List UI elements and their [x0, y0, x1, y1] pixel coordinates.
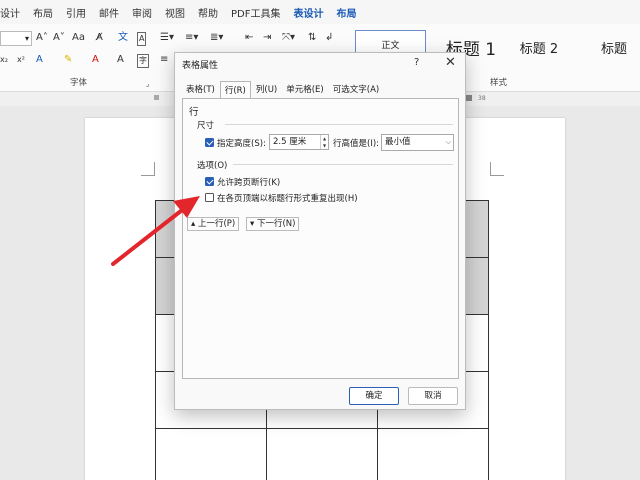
tab-cell[interactable]: 单元格(E) [282, 81, 328, 98]
cancel-button[interactable]: 取消 [408, 387, 458, 405]
font-size-box[interactable]: ▾ [0, 31, 32, 46]
menu-pdf-tools[interactable]: PDF工具集 [231, 5, 280, 20]
triangle-up-icon: ▴ [191, 219, 196, 229]
shrink-font-icon[interactable]: A˅ [53, 32, 65, 44]
section-size-heading: 尺寸 [197, 121, 215, 131]
allow-row-break-checkbox[interactable] [205, 177, 214, 186]
allow-row-break-label[interactable]: 允许跨页断行(K) [217, 176, 280, 188]
height-rule-select[interactable]: 最小值 ⌵ [381, 134, 454, 151]
ok-button[interactable]: 确定 [349, 387, 399, 405]
bullets-icon[interactable]: ☰▾ [160, 32, 174, 44]
sort-icon[interactable]: ⇅ [308, 32, 316, 44]
dialog-tabs: 表格(T) 行(R) 列(U) 单元格(E) 可选文字(A) [182, 81, 384, 99]
text-effect-icon[interactable]: A [36, 54, 43, 66]
show-marks-icon[interactable]: ↲ [325, 32, 333, 44]
repeat-header-label[interactable]: 在各页顶端以标题行形式重复出现(H) [217, 192, 358, 204]
menu-help[interactable]: 帮助 [198, 5, 218, 20]
enclose-char-icon[interactable]: 字 [137, 54, 149, 68]
menu-references[interactable]: 引用 [66, 5, 86, 20]
row-height-input[interactable]: 2.5 厘米 ▲ ▼ [269, 134, 329, 150]
char-border-icon[interactable]: A [137, 32, 147, 46]
row-height-value: 2.5 厘米 [273, 137, 307, 147]
ruler-margin-marker[interactable] [466, 95, 472, 101]
multilevel-list-icon[interactable]: ≣▾ [210, 32, 223, 44]
table-cell[interactable] [266, 428, 378, 480]
menu-layout[interactable]: 布局 [33, 5, 53, 20]
ruler-indent-marker[interactable] [154, 95, 159, 100]
char-shading-icon[interactable]: A [117, 54, 124, 66]
page-corner-mark [490, 162, 504, 176]
style-title[interactable]: 标题 [584, 30, 640, 84]
dialog-title: 表格属性 [182, 61, 219, 71]
menu-design[interactable]: 设计 [0, 5, 20, 20]
tab-table[interactable]: 表格(T) [182, 81, 219, 98]
menu-mailings[interactable]: 邮件 [99, 5, 119, 20]
menu-review[interactable]: 审阅 [132, 5, 152, 20]
tab-alt-text[interactable]: 可选文字(A) [329, 81, 383, 98]
align-left-icon[interactable]: ≡ [160, 54, 168, 66]
height-rule-label: 行高值是(I): [333, 139, 380, 149]
grow-font-icon[interactable]: A˄ [36, 32, 48, 44]
change-case-icon[interactable]: Aa [72, 32, 85, 44]
chevron-down-icon: ⌵ [445, 138, 451, 146]
styles-group-label: 样式 [490, 78, 508, 88]
menu-table-design[interactable]: 表设计 [293, 5, 323, 20]
height-rule-value: 最小值 [385, 137, 411, 147]
section-options-heading: 选项(O) [197, 161, 228, 171]
table-properties-dialog: 表格属性 ? ✕ 表格(T) 行(R) 列(U) 单元格(E) 可选文字(A) … [174, 52, 466, 410]
section-row-heading: 行 [189, 107, 199, 118]
clear-format-icon[interactable]: A̸ [96, 32, 103, 44]
font-color-icon[interactable]: A [92, 54, 99, 66]
next-row-button[interactable]: ▾ 下一行(N) [246, 217, 300, 231]
page-corner-mark [141, 162, 155, 176]
superscript-icon[interactable]: x² [17, 54, 25, 66]
previous-row-button[interactable]: ▴ 上一行(P) [187, 217, 240, 231]
asian-layout-icon[interactable]: ⤧▾ [282, 32, 295, 44]
phonetic-icon[interactable]: 文 [118, 32, 128, 44]
tab-column[interactable]: 列(U) [252, 81, 281, 98]
close-icon[interactable]: ✕ [445, 55, 456, 70]
menu-bar: 设计 布局 引用 邮件 审阅 视图 帮助 PDF工具集 表设计 布局 [0, 0, 640, 24]
table-row[interactable] [155, 428, 489, 480]
ruler-tick-label: 38 [478, 95, 486, 102]
divider [233, 164, 453, 165]
decrease-indent-icon[interactable]: ⇤ [245, 32, 253, 44]
tab-row[interactable]: 行(R) [219, 81, 251, 99]
next-row-label: 下一行(N) [256, 219, 296, 229]
divider [225, 124, 453, 125]
help-icon[interactable]: ? [414, 57, 419, 68]
specify-height-checkbox[interactable] [205, 138, 214, 147]
style-heading-2[interactable]: 标题 2 [508, 30, 570, 84]
menu-view[interactable]: 视图 [165, 5, 185, 20]
increase-indent-icon[interactable]: ⇥ [263, 32, 271, 44]
table-cell[interactable] [155, 428, 267, 480]
repeat-header-checkbox[interactable] [205, 193, 214, 202]
subscript-icon[interactable]: x₂ [0, 54, 8, 66]
height-spinner-icon[interactable]: ▲ ▼ [320, 135, 328, 149]
numbering-icon[interactable]: ≡▾ [185, 32, 198, 44]
table-cell[interactable] [377, 428, 489, 480]
highlight-icon[interactable]: ✎ [64, 54, 72, 66]
previous-row-label: 上一行(P) [197, 219, 236, 229]
menu-table-layout[interactable]: 布局 [336, 5, 356, 20]
font-group-label: 字体 [70, 78, 88, 88]
triangle-down-icon: ▾ [250, 219, 255, 229]
specify-height-label[interactable]: 指定高度(S): [217, 137, 266, 149]
font-dialog-launcher-icon[interactable]: ⌟ [146, 78, 149, 90]
